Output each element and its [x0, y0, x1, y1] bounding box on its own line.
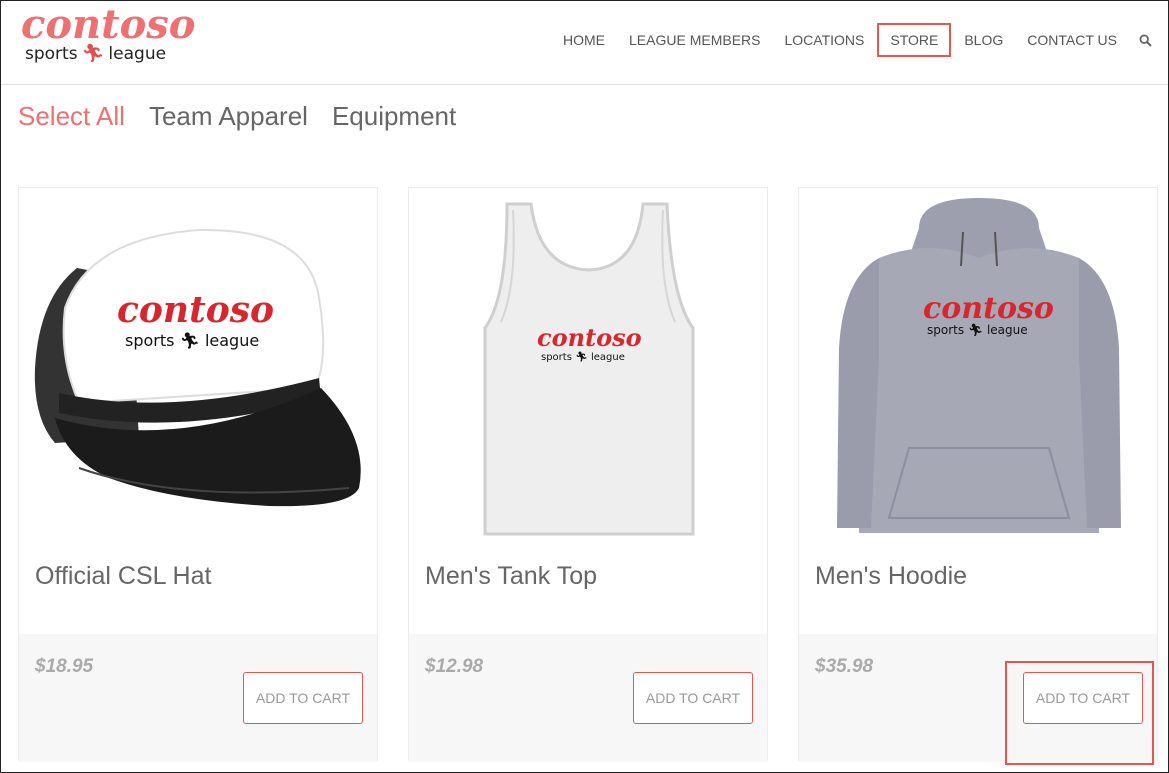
product-image[interactable]: contoso sports 🏃︎ league	[19, 188, 377, 548]
hoodie-image: contoso sports 🏃︎ league	[837, 198, 1121, 533]
product-card: contoso sports 🏃︎ league Men's Tank Top …	[408, 187, 768, 762]
add-to-cart-button[interactable]: ADD TO CART	[1023, 672, 1143, 724]
product-footer: $18.95 ADD TO CART	[19, 634, 377, 762]
category-filters: Select All Team Apparel Equipment	[18, 101, 456, 132]
add-to-cart-button[interactable]: ADD TO CART	[633, 672, 753, 724]
svg-text:sports 🏃︎ league: sports 🏃︎ league	[541, 351, 625, 363]
main-nav: HOME LEAGUE MEMBERS LOCATIONS STORE BLOG…	[551, 23, 1163, 57]
nav-item-locations[interactable]: LOCATIONS	[772, 23, 876, 57]
nav-item-home[interactable]: HOME	[551, 23, 617, 57]
product-price: $12.98	[425, 656, 484, 677]
nav-item-store[interactable]: STORE	[877, 23, 952, 57]
search-icon	[1139, 33, 1153, 47]
filter-equipment[interactable]: Equipment	[332, 101, 456, 132]
svg-text:sports 🏃︎ league: sports 🏃︎ league	[927, 323, 1028, 337]
filter-team-apparel[interactable]: Team Apparel	[149, 101, 308, 132]
nav-item-contact-us[interactable]: CONTACT US	[1015, 23, 1129, 57]
product-image[interactable]: contoso sports 🏃︎ league	[409, 188, 767, 548]
add-to-cart-button[interactable]: ADD TO CART	[243, 672, 363, 724]
nav-item-blog[interactable]: BLOG	[952, 23, 1015, 57]
product-price: $35.98	[815, 656, 874, 677]
svg-text:sports 🏃︎ league: sports 🏃︎ league	[125, 331, 259, 350]
site-logo[interactable]: contoso sports 🏃︎ league	[19, 1, 199, 73]
tank-top-image: contoso sports 🏃︎ league	[483, 202, 695, 536]
product-card: contoso sports 🏃︎ league Men's Hoodie $3…	[798, 187, 1158, 762]
runner-icon: 🏃︎	[81, 43, 105, 64]
nav-item-league-members[interactable]: LEAGUE MEMBERS	[617, 23, 772, 57]
product-card: contoso sports 🏃︎ league Official CSL Ha…	[18, 187, 378, 762]
product-title[interactable]: Men's Tank Top	[425, 562, 597, 591]
logo-tagline-left: sports	[25, 44, 78, 64]
product-title[interactable]: Men's Hoodie	[815, 562, 967, 591]
product-title[interactable]: Official CSL Hat	[35, 562, 211, 591]
search-button[interactable]	[1129, 23, 1163, 57]
product-footer: $12.98 ADD TO CART	[409, 634, 767, 762]
svg-text:contoso: contoso	[537, 323, 642, 352]
logo-tagline-right: league	[108, 44, 167, 64]
filter-select-all[interactable]: Select All	[18, 101, 125, 132]
logo-wordmark: contoso	[21, 1, 196, 48]
svg-text:contoso: contoso	[923, 291, 1054, 326]
cap-image: contoso sports 🏃︎ league	[34, 228, 361, 507]
logo-tagline: sports 🏃︎ league	[25, 43, 166, 64]
svg-text:contoso: contoso	[117, 289, 274, 331]
product-image[interactable]: contoso sports 🏃︎ league	[799, 188, 1157, 548]
product-footer: $35.98 ADD TO CART	[799, 634, 1157, 762]
site-header: contoso sports 🏃︎ league HOME LEAGUE MEMBE…	[1, 1, 1168, 85]
product-price: $18.95	[35, 656, 94, 677]
